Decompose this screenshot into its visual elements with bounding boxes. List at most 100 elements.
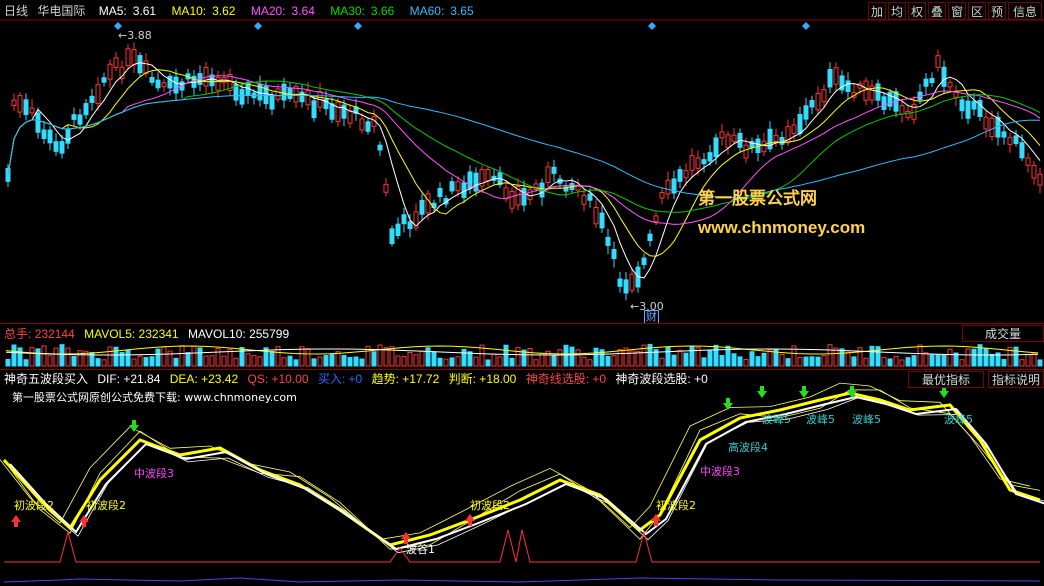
volume-bar <box>809 356 815 367</box>
volume-bar <box>23 359 29 367</box>
indicator-name: 神奇五波段买入 <box>4 372 89 386</box>
candle-body <box>83 103 89 116</box>
candle-body <box>923 78 929 87</box>
candle-body <box>527 189 533 200</box>
candle-body <box>65 128 71 144</box>
volume-bar <box>941 354 947 367</box>
candle-body <box>107 63 113 80</box>
candle-body <box>815 92 821 111</box>
candle-body <box>41 129 47 139</box>
indicator-header: 神奇五波段买入 DIF: +21.84 DEA: +23.42 QS: +10.… <box>4 370 714 388</box>
volume-bar <box>281 357 287 367</box>
volume-bar <box>947 348 953 367</box>
volume-bar <box>797 356 803 367</box>
candle-body <box>305 90 311 106</box>
volume-bar <box>101 359 107 367</box>
candle-body <box>17 95 23 113</box>
candle-body <box>941 66 947 87</box>
best-indicator-button[interactable]: 最优指标 <box>908 371 984 388</box>
volume-bar <box>125 349 131 367</box>
volume-bar <box>617 349 623 367</box>
candle-body <box>593 206 599 225</box>
wave-label: 高波段4 <box>728 441 768 454</box>
volume-bar <box>785 358 791 367</box>
candle-body <box>461 182 467 199</box>
candle-body <box>377 144 383 151</box>
volume-bar <box>71 356 77 367</box>
volume-bar <box>467 351 473 367</box>
volume-bar <box>47 355 53 367</box>
volume-bar <box>935 354 941 367</box>
sq-line-readout: 神奇线选股: +0 <box>525 372 607 386</box>
volume-bar <box>185 352 191 367</box>
candle-body <box>401 214 407 225</box>
kline-chart[interactable] <box>0 0 1044 586</box>
volume-bar <box>971 348 977 367</box>
candle-body <box>827 69 833 88</box>
volume-bar <box>509 357 515 367</box>
candle-body <box>89 95 95 103</box>
volume-bar <box>749 351 755 367</box>
candle-body <box>731 134 737 142</box>
candle-body <box>641 257 647 265</box>
volume-bar <box>959 359 965 367</box>
candle-body <box>287 87 293 100</box>
volume-bar <box>95 358 101 367</box>
volume-bar <box>353 356 359 367</box>
indicator-explain-button[interactable]: 指标说明 <box>988 371 1044 388</box>
volume-bar <box>197 347 203 367</box>
candle-body <box>707 152 713 162</box>
volume-bar <box>347 356 353 367</box>
volume-bar <box>107 346 113 367</box>
volume-bar <box>665 346 671 367</box>
candle-body <box>959 99 965 112</box>
volume-bar <box>155 348 161 367</box>
candle-body <box>1013 135 1019 145</box>
wave-label: 波峰5 <box>944 413 973 426</box>
volume-bar <box>455 356 461 367</box>
candle-body <box>311 100 317 119</box>
candle-body <box>359 118 365 131</box>
candle-body <box>59 141 65 154</box>
candle-body <box>947 81 953 88</box>
candle-body <box>509 190 515 209</box>
candle-body <box>677 169 683 182</box>
volume-bar <box>209 355 215 367</box>
volume-bar <box>311 358 317 367</box>
volume-bar <box>815 356 821 367</box>
qs-signal-line <box>4 529 1040 563</box>
candle-body <box>53 141 59 152</box>
cai-badge[interactable]: 财 <box>644 310 659 324</box>
volume-bar <box>923 352 929 367</box>
candle-body <box>935 55 941 68</box>
candle-body <box>599 212 605 229</box>
candle-body <box>329 103 335 120</box>
volume-bar <box>605 355 611 367</box>
candle-body <box>155 79 161 89</box>
volume-bar <box>113 346 119 367</box>
candle-body <box>881 96 887 110</box>
volume-bar <box>317 356 323 367</box>
volume-bar <box>377 344 383 367</box>
volume-bar <box>905 357 911 367</box>
volume-bar <box>569 346 575 367</box>
candle-body <box>407 221 413 230</box>
watermark-site-name: 第一股票公式网 <box>698 189 817 209</box>
volume-value: 232144 <box>34 327 75 341</box>
candle-body <box>1007 136 1013 145</box>
candle-body <box>971 100 977 110</box>
volume-bar <box>683 352 689 367</box>
candle-body <box>983 116 989 130</box>
candle-body <box>521 187 527 206</box>
candle-body <box>161 82 167 88</box>
candle-body <box>131 49 137 66</box>
volume-bar <box>59 344 65 367</box>
sell-arrow-icon <box>799 386 809 398</box>
volume-bar <box>173 357 179 367</box>
volume-indicator-button[interactable]: 成交量 <box>962 325 1044 342</box>
volume-bar <box>821 355 827 367</box>
volume-bar <box>29 347 35 367</box>
mavol5-readout: MAVOL5: 232341 <box>84 327 179 341</box>
candle-body <box>269 95 275 110</box>
volume-bar <box>767 349 773 367</box>
